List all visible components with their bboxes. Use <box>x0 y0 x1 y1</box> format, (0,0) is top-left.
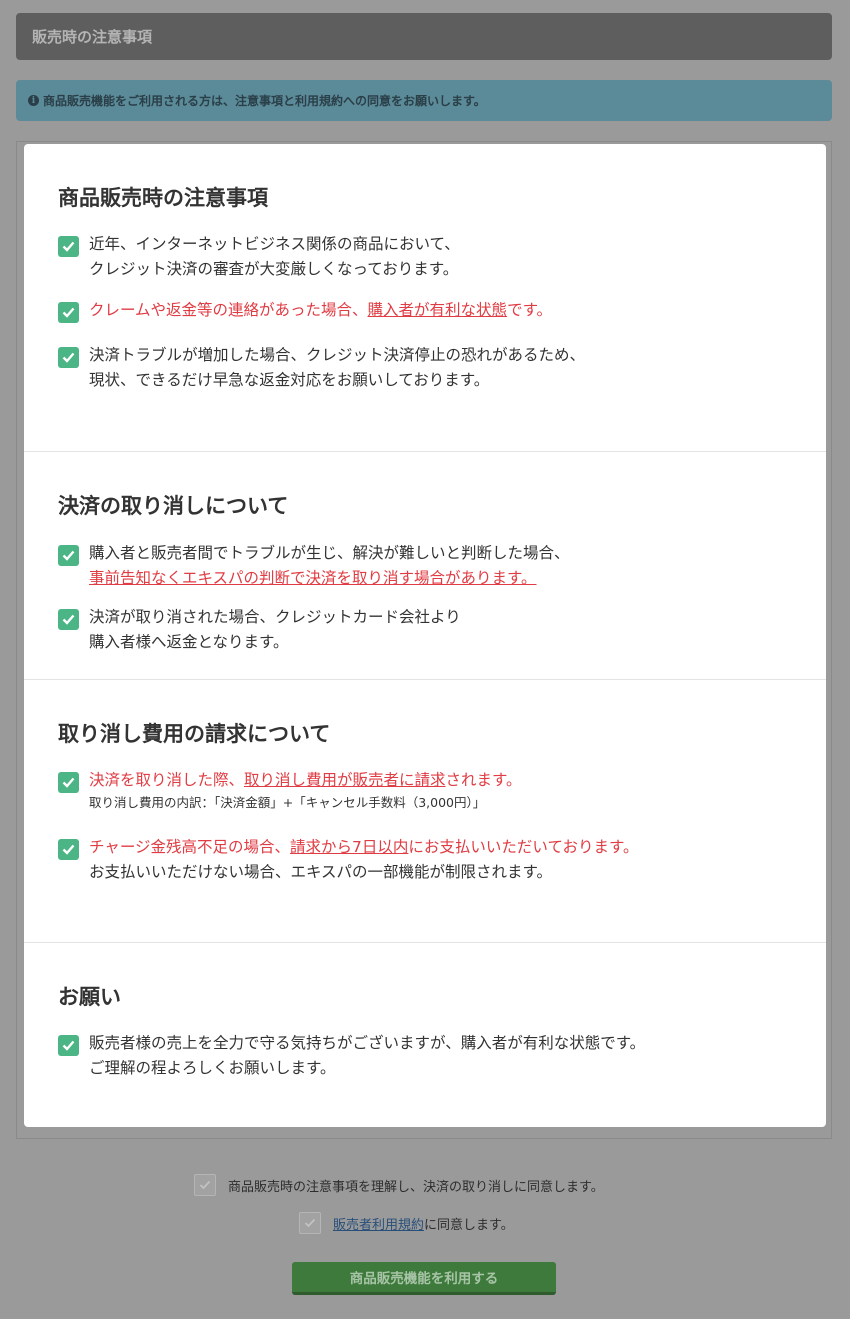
list-item: 決済が取り消された場合、クレジットカード会社より 購入者様へ返金となります。 <box>58 605 461 655</box>
item-line: 決済トラブルが増加した場合、クレジット決済停止の恐れがあるため、 <box>89 346 586 364</box>
item-highlight: 取り消し費用が販売者に請求 <box>244 771 446 789</box>
list-item: 販売者様の売上を全力で守る気持ちがございますが、購入者が有利な状態です。 ご理解の… <box>58 1031 645 1081</box>
fee-breakdown-note: 取り消し費用の内訳：「決済金額」+「キャンセル手数料（3,000円）」 <box>89 795 486 810</box>
item-highlight: 請求から7日以内 <box>290 838 409 856</box>
list-item: 購入者と販売者間でトラブルが生じ、解決が難しいと判断した場合、 事前告知なくエキス… <box>58 541 570 591</box>
section-title: 取り消し費用の請求について <box>58 722 331 746</box>
info-alert-text: 商品販売機能をご利用される方は、注意事項と利用規約への同意をお願いします。 <box>43 94 486 108</box>
agree-terms-label: に同意します。 <box>424 1217 514 1233</box>
item-line: 決済が取り消された場合、クレジットカード会社より <box>89 608 461 626</box>
section-title: お願い <box>58 985 121 1009</box>
item-text: にお支払いいただいております。 <box>408 838 639 856</box>
check-icon <box>58 302 79 323</box>
item-line: 販売者様の売上を全力で守る気持ちがございますが、購入者が有利な状態です。 <box>89 1034 646 1052</box>
check-icon <box>58 772 79 793</box>
agree-notes-row[interactable]: 商品販売時の注意事項を理解し、決済の取り消しに同意します。 <box>194 1174 604 1196</box>
check-icon <box>58 839 79 860</box>
list-item: 決済トラブルが増加した場合、クレジット決済停止の恐れがあるため、 現状、できるだけ… <box>58 343 585 393</box>
section-request: お願い 販売者様の売上を全力で守る気持ちがございますが、購入者が有利な状態です。… <box>24 942 826 1127</box>
item-line: 購入者と販売者間でトラブルが生じ、解決が難しいと判断した場合、 <box>89 544 570 562</box>
item-text: です。 <box>507 301 553 319</box>
item-line: ご理解の程よろしくお願いします。 <box>89 1059 336 1077</box>
check-icon <box>304 1218 316 1228</box>
use-sales-feature-button[interactable]: 商品販売機能を利用する <box>292 1262 556 1295</box>
check-icon <box>58 545 79 566</box>
item-text: 決済を取り消した際、 <box>89 771 245 789</box>
list-item: クレームや返金等の連絡があった場合、購入者が有利な状態です。 <box>58 298 552 323</box>
notice-modal[interactable]: 商品販売時の注意事項 近年、インターネットビジネス関係の商品において、 クレジット… <box>24 144 826 1127</box>
item-line: お支払いいただけない場合、エキスパの一部機能が制限されます。 <box>89 863 552 881</box>
item-line: 購入者様へ返金となります。 <box>89 633 289 651</box>
item-text: されます。 <box>445 771 522 789</box>
section-title: 商品販売時の注意事項 <box>58 186 268 210</box>
agree-terms-row[interactable]: 販売者利用規約に同意します。 <box>299 1212 514 1234</box>
section-cancel-fee: 取り消し費用の請求について 決済を取り消した際、取り消し費用が販売者に請求されま… <box>24 679 826 942</box>
page-title: 販売時の注意事項 <box>32 28 153 46</box>
item-line: 近年、インターネットビジネス関係の商品において、 <box>89 235 460 253</box>
check-icon <box>58 609 79 630</box>
item-line: 現状、できるだけ早急な返金対応をお願いしております。 <box>89 371 490 389</box>
list-item: 決済を取り消した際、取り消し費用が販売者に請求されます。取り消し費用の内訳：「決… <box>58 768 521 813</box>
item-text: クレームや返金等の連絡があった場合、 <box>89 301 368 319</box>
list-item: 近年、インターネットビジネス関係の商品において、 クレジット決済の審査が大変厳しく… <box>58 232 460 282</box>
info-alert: i 商品販売機能をご利用される方は、注意事項と利用規約への同意をお願いします。 <box>16 80 832 121</box>
item-line: クレジット決済の審査が大変厳しくなっております。 <box>89 260 459 278</box>
page-header: 販売時の注意事項 <box>16 13 832 60</box>
item-highlight: 事前告知なくエキスパの判断で決済を取り消す場合があります。 <box>89 569 537 587</box>
agree-notes-checkbox[interactable] <box>194 1174 216 1196</box>
list-item: チャージ金残高不足の場合、請求から7日以内にお支払いいただいております。お支払い… <box>58 835 638 885</box>
info-circle-icon: i <box>28 95 39 106</box>
seller-terms-link[interactable]: 販売者利用規約 <box>333 1218 424 1233</box>
check-icon <box>58 236 79 257</box>
item-highlight: 購入者が有利な状態 <box>367 301 508 319</box>
section-cancellation: 決済の取り消しについて 購入者と販売者間でトラブルが生じ、解決が難しいと判断した… <box>24 451 826 679</box>
check-icon <box>199 1180 211 1190</box>
check-icon <box>58 1035 79 1056</box>
item-text: チャージ金残高不足の場合、 <box>89 838 291 856</box>
agree-notes-label[interactable]: 商品販売時の注意事項を理解し、決済の取り消しに同意します。 <box>228 1176 604 1195</box>
agree-terms-checkbox[interactable] <box>299 1212 321 1234</box>
check-icon <box>58 347 79 368</box>
section-sales-notes: 商品販売時の注意事項 近年、インターネットビジネス関係の商品において、 クレジット… <box>24 144 826 451</box>
section-title: 決済の取り消しについて <box>58 494 289 518</box>
